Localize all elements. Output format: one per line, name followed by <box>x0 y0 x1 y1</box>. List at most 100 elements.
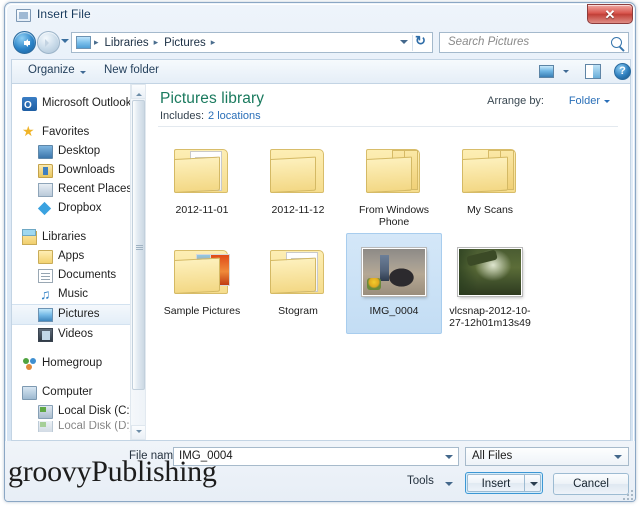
sidebar-item-dropbox[interactable]: Dropbox <box>12 199 145 218</box>
list-item[interactable]: 2012-11-12 <box>250 132 346 233</box>
scrollbar-thumb[interactable] <box>132 100 145 390</box>
item-thumbnail <box>358 240 430 302</box>
outlook-icon <box>22 96 37 115</box>
new-folder-button[interactable]: New folder <box>104 64 159 76</box>
item-thumbnail <box>166 240 238 302</box>
view-mode-icon[interactable] <box>539 65 554 78</box>
sidebar-item-microsoft-outlook[interactable]: Microsoft Outlook <box>12 94 145 115</box>
arrange-chevron-down-icon[interactable] <box>604 100 610 106</box>
back-button[interactable] <box>13 31 36 54</box>
sidebar-item-favorites[interactable]: Favorites <box>12 122 145 142</box>
sidebar-item-label: Videos <box>58 328 93 340</box>
view-mode-chevron-down-icon[interactable] <box>563 70 569 76</box>
title-bar: Insert File ✕ <box>5 3 635 29</box>
address-bar[interactable]: ▸ Libraries ▸ Pictures ▸ <box>71 32 433 53</box>
resize-grip[interactable] <box>623 490 633 500</box>
forward-button[interactable] <box>37 31 60 54</box>
item-label: 2012-11-01 <box>175 204 229 216</box>
breadcrumb-separator-2: ▸ <box>210 37 216 47</box>
refresh-icon[interactable] <box>412 33 429 51</box>
includes-label: Includes: <box>160 110 205 122</box>
cancel-button[interactable]: Cancel <box>553 473 629 495</box>
insert-button[interactable]: Insert <box>467 474 524 492</box>
list-item[interactable]: Sample Pictures <box>154 233 250 334</box>
sidebar-item-label: Downloads <box>58 164 115 176</box>
music-icon <box>38 285 53 304</box>
sidebar-item-label: Music <box>58 288 89 300</box>
item-thumbnail <box>454 240 526 302</box>
tools-button[interactable]: Tools <box>407 475 434 487</box>
sidebar-item-label: Favorites <box>42 126 90 138</box>
image-thumbnail-icon <box>458 248 522 296</box>
breadcrumb-separator-0: ▸ <box>94 37 99 47</box>
breadcrumb-pictures[interactable]: Pictures <box>162 37 208 49</box>
sidebar-item-downloads[interactable]: Downloads <box>12 161 145 180</box>
close-icon: ✕ <box>604 7 616 22</box>
item-thumbnail <box>166 139 238 201</box>
sidebar-group-gap-4 <box>12 373 145 383</box>
organize-chevron-down-icon[interactable] <box>80 71 86 77</box>
list-item[interactable]: vlcsnap-2012-10-27-12h01m13s49 <box>442 233 538 334</box>
sidebar-item-homegroup[interactable]: Homegroup <box>12 354 145 373</box>
items-grid: 2012-11-01 2012-11-12 From Windows Phone… <box>154 132 626 440</box>
close-button[interactable]: ✕ <box>587 4 633 24</box>
search-box[interactable]: Search Pictures <box>439 32 629 53</box>
list-item-selected[interactable]: IMG_0004 <box>346 233 442 334</box>
sidebar-group-gap-2 <box>12 218 145 228</box>
sidebar-item-desktop[interactable]: Desktop <box>12 142 145 161</box>
folder-icon <box>270 149 324 193</box>
navigation-bar: ▸ Libraries ▸ Pictures ▸ Search Pictures <box>5 29 635 57</box>
sidebar-item-documents[interactable]: Documents <box>12 266 145 285</box>
sidebar-item-computer[interactable]: Computer <box>12 383 145 402</box>
sidebar-item-recent-places[interactable]: Recent Places <box>12 180 145 199</box>
list-item[interactable]: Stogram <box>250 233 346 334</box>
file-type-select[interactable]: All Files <box>465 447 629 466</box>
list-item[interactable]: From Windows Phone <box>346 132 442 233</box>
scroll-up-arrow-icon[interactable] <box>131 84 145 99</box>
folder-icon <box>270 250 324 294</box>
sidebar-scrollbar[interactable] <box>130 84 145 440</box>
item-label: Sample Pictures <box>163 305 241 317</box>
sidebar-item-label: Libraries <box>42 231 87 243</box>
star-icon <box>22 122 37 141</box>
sidebar-item-libraries[interactable]: Libraries <box>12 228 145 247</box>
item-label: From Windows Phone <box>358 204 429 228</box>
sidebar-item-videos[interactable]: Videos <box>12 325 145 344</box>
sidebar-item-music[interactable]: Music <box>12 285 145 304</box>
list-item[interactable]: 2012-11-01 <box>154 132 250 233</box>
file-type-value: All Files <box>472 450 513 462</box>
item-label: Stogram <box>278 305 318 317</box>
insert-dropdown-chevron-down-icon[interactable] <box>524 474 541 492</box>
help-icon[interactable] <box>614 63 631 80</box>
navigation-pane: Microsoft Outlook Favorites Desktop Down… <box>12 84 146 440</box>
insert-split-button[interactable]: Insert <box>465 472 543 494</box>
list-item[interactable]: My Scans <box>442 132 538 233</box>
organize-button[interactable]: Organize <box>28 64 75 76</box>
locations-link[interactable]: 2 locations <box>208 110 261 122</box>
recent-locations-chevron-down-icon[interactable] <box>61 39 69 47</box>
breadcrumb-libraries[interactable]: Libraries <box>103 37 151 49</box>
watermark-text: groovyPublishing <box>8 455 217 488</box>
library-header: Pictures library Includes: 2 locations Ar… <box>146 84 630 126</box>
sidebar-item-apps[interactable]: Apps <box>12 247 145 266</box>
search-icon <box>611 37 622 48</box>
sidebar-item-pictures[interactable]: Pictures <box>12 304 145 325</box>
sidebar-item-label: Microsoft Outlook <box>42 97 132 109</box>
tools-chevron-down-icon[interactable] <box>445 482 453 490</box>
scroll-down-arrow-icon[interactable] <box>131 425 145 440</box>
item-thumbnail <box>454 139 526 201</box>
sidebar-item-local-disk-d[interactable]: Local Disk (D:) <box>12 421 145 432</box>
file-list-pane: Pictures library Includes: 2 locations Ar… <box>146 84 630 440</box>
sidebar-item-label: Local Disk (D:) <box>58 421 134 432</box>
file-name-chevron-down-icon[interactable] <box>445 455 453 463</box>
preview-pane-icon[interactable] <box>585 64 601 79</box>
sidebar-item-local-disk-c[interactable]: Local Disk (C:) <box>12 402 145 421</box>
folder-icon <box>174 149 228 193</box>
sidebar-item-label: Local Disk (C:) <box>58 405 134 417</box>
address-dropdown-chevron-down-icon[interactable] <box>400 40 408 48</box>
file-type-chevron-down-icon <box>614 455 622 463</box>
sidebar-top-spacer <box>12 84 145 94</box>
search-input[interactable]: Search Pictures <box>448 36 529 48</box>
arrange-by-value[interactable]: Folder <box>569 95 600 107</box>
disk-icon <box>38 404 53 419</box>
